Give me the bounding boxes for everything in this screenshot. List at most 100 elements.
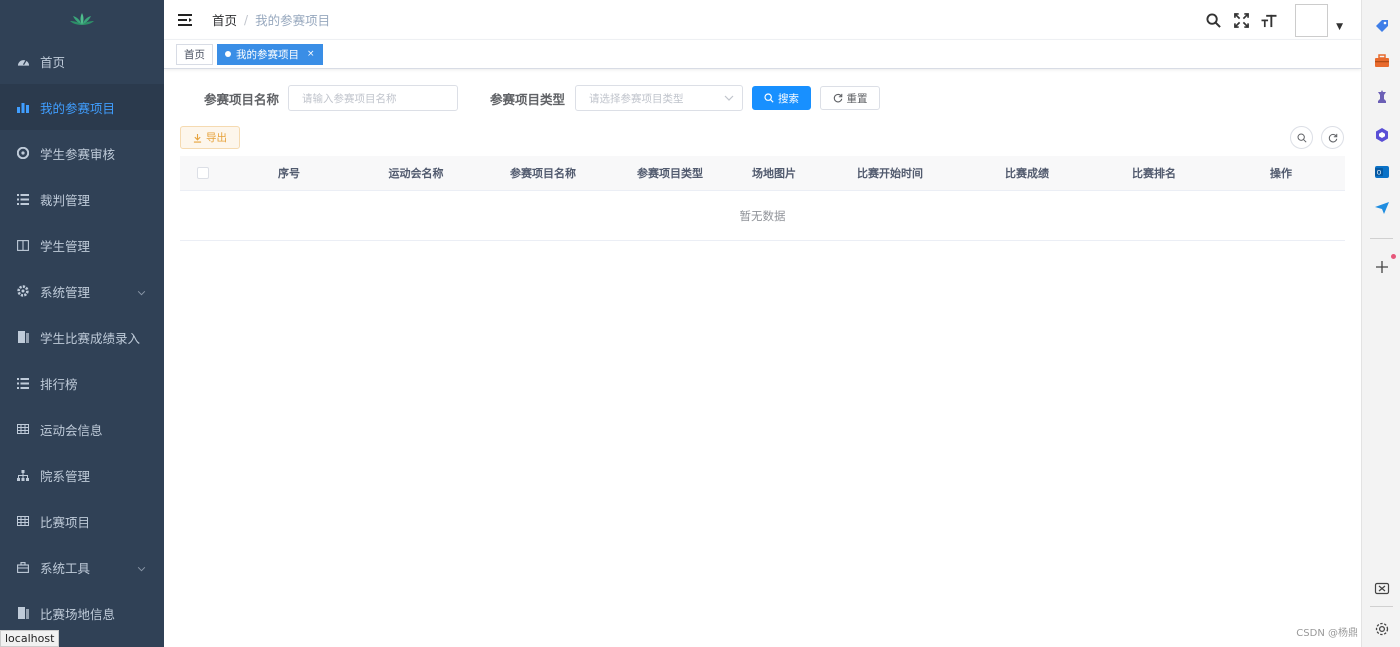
panel-divider bbox=[1370, 606, 1393, 607]
list-icon bbox=[16, 192, 30, 206]
sidebar-item[interactable]: 系统工具 bbox=[0, 544, 164, 590]
search-button[interactable]: 搜索 bbox=[752, 86, 812, 110]
sidebar-item-label: 排行榜 bbox=[40, 376, 78, 392]
sidebar-item-label: 我的参赛项目 bbox=[40, 100, 116, 116]
sidebar-item[interactable]: 首页 bbox=[0, 38, 164, 84]
sidebar-item-label: 系统工具 bbox=[40, 560, 91, 576]
tag-home[interactable]: 首页 bbox=[176, 43, 213, 65]
refresh-icon bbox=[1328, 133, 1337, 142]
reset-button[interactable]: 重置 bbox=[820, 86, 881, 110]
sidebar-item[interactable]: 运动会信息 bbox=[0, 406, 164, 452]
edit-icon bbox=[16, 330, 30, 344]
sidebar-item-label: 运动会信息 bbox=[40, 422, 103, 438]
export-button-label: 导出 bbox=[206, 132, 227, 144]
clipboard-icon bbox=[16, 146, 30, 160]
project-type-select[interactable]: 请选择参赛项目类型 bbox=[575, 85, 744, 111]
column-header: 操作 bbox=[1270, 167, 1292, 180]
data-table: 序号 运动会名称 参赛项目名称 参赛项目类型 场地图片 比赛开始时间 比赛成绩 比赛排名 操作 … bbox=[180, 156, 1345, 241]
document-icon bbox=[16, 606, 30, 620]
search-icon[interactable] bbox=[1205, 12, 1221, 28]
sidebar-item-label: 比赛场地信息 bbox=[40, 606, 116, 622]
refresh-button[interactable] bbox=[1321, 126, 1344, 149]
tag-current[interactable]: 我的参赛项目 × bbox=[217, 43, 323, 65]
chart-icon bbox=[16, 100, 30, 114]
outlook-icon[interactable]: O bbox=[1373, 163, 1391, 181]
main-content: 首页 / 我的参赛项目 ▼ 首页 我的参赛项目 × 参赛项目名称 请输入参赛项目… bbox=[164, 0, 1361, 647]
active-dot-icon bbox=[225, 51, 231, 57]
list-icon bbox=[16, 376, 30, 390]
reset-button-label: 重置 bbox=[846, 92, 868, 105]
close-icon[interactable]: × bbox=[307, 49, 315, 59]
sidebar-item-label: 学生参赛审核 bbox=[40, 146, 116, 162]
caret-down-icon[interactable]: ▼ bbox=[1336, 22, 1343, 32]
toolbox-icon bbox=[16, 560, 30, 574]
add-icon[interactable] bbox=[1373, 258, 1391, 276]
avatar[interactable] bbox=[1295, 3, 1329, 37]
refresh-icon bbox=[833, 93, 842, 103]
sidebar-item-label: 学生管理 bbox=[40, 238, 91, 254]
copilot-icon[interactable] bbox=[1373, 126, 1391, 144]
search-icon bbox=[1297, 133, 1307, 143]
tree-icon bbox=[16, 468, 30, 482]
sidebar-item[interactable]: 院系管理 bbox=[0, 452, 164, 498]
search-icon bbox=[764, 93, 774, 103]
dashboard-icon bbox=[16, 54, 30, 68]
project-type-label: 参赛项目类型 bbox=[490, 91, 566, 107]
browser-side-panel: O bbox=[1361, 0, 1400, 647]
chess-icon[interactable] bbox=[1373, 88, 1391, 106]
status-bar-url: localhost bbox=[0, 630, 60, 647]
tags-view: 首页 我的参赛项目 × bbox=[164, 40, 1361, 69]
column-header: 场地图片 bbox=[752, 167, 796, 180]
export-button[interactable]: 导出 bbox=[180, 126, 240, 149]
table-icon bbox=[16, 514, 30, 528]
column-header: 比赛排名 bbox=[1132, 167, 1176, 180]
notification-dot bbox=[1391, 254, 1396, 259]
sidebar-item[interactable]: 裁判管理 bbox=[0, 176, 164, 222]
column-header: 参赛项目名称 bbox=[510, 167, 576, 180]
search-button-label: 搜索 bbox=[778, 92, 800, 105]
sidebar-item-label: 院系管理 bbox=[40, 468, 91, 484]
chevron-down-icon bbox=[724, 93, 734, 104]
project-name-label: 参赛项目名称 bbox=[204, 91, 280, 107]
toolbox-icon[interactable] bbox=[1373, 52, 1391, 70]
sidebar-item[interactable]: 比赛项目 bbox=[0, 498, 164, 544]
gear-icon bbox=[16, 284, 30, 298]
column-header: 运动会名称 bbox=[388, 167, 444, 180]
fullscreen-icon[interactable] bbox=[1233, 12, 1249, 28]
toggle-search-button[interactable] bbox=[1290, 126, 1313, 149]
column-header: 比赛开始时间 bbox=[857, 167, 923, 180]
sidebar-item[interactable]: 系统管理 bbox=[0, 268, 164, 314]
sidebar-item[interactable]: 我的参赛项目 bbox=[0, 84, 164, 130]
sidebar-item-label: 首页 bbox=[40, 54, 66, 70]
table-icon bbox=[16, 422, 30, 436]
breadcrumb-home[interactable]: 首页 bbox=[212, 10, 237, 29]
logo[interactable] bbox=[0, 0, 164, 38]
tag-icon[interactable] bbox=[1373, 17, 1391, 35]
navbar-actions: ▼ bbox=[1205, 0, 1343, 40]
breadcrumb-separator: / bbox=[244, 12, 249, 27]
watermark: CSDN @杨鼎 bbox=[1296, 628, 1358, 639]
sidebar-item-label: 比赛项目 bbox=[40, 514, 91, 530]
svg-text:O: O bbox=[1377, 170, 1382, 177]
sidebar-item-label: 系统管理 bbox=[40, 284, 91, 300]
sidebar-item-label: 裁判管理 bbox=[40, 192, 91, 208]
screenshot-icon[interactable] bbox=[1373, 580, 1391, 598]
chevron-down-icon bbox=[137, 284, 146, 299]
sidebar-item[interactable]: 学生管理 bbox=[0, 222, 164, 268]
gear-icon[interactable] bbox=[1373, 620, 1391, 638]
send-icon[interactable] bbox=[1373, 199, 1391, 217]
chevron-down-icon bbox=[137, 560, 146, 575]
sidebar-item[interactable]: 排行榜 bbox=[0, 360, 164, 406]
hamburger-icon[interactable] bbox=[178, 13, 192, 26]
select-all-checkbox[interactable] bbox=[197, 167, 209, 179]
sidebar-item[interactable]: 学生比赛成绩录入 bbox=[0, 314, 164, 360]
panel-divider bbox=[1370, 238, 1393, 239]
book-icon bbox=[16, 238, 30, 252]
project-type-placeholder: 请选择参赛项目类型 bbox=[589, 92, 684, 105]
lotus-logo-icon bbox=[70, 13, 94, 25]
font-size-icon[interactable] bbox=[1261, 12, 1277, 28]
project-name-input[interactable]: 请输入参赛项目名称 bbox=[288, 85, 459, 111]
column-header: 参赛项目类型 bbox=[637, 167, 703, 180]
sidebar-item[interactable]: 学生参赛审核 bbox=[0, 130, 164, 176]
column-header: 比赛成绩 bbox=[1005, 167, 1049, 180]
